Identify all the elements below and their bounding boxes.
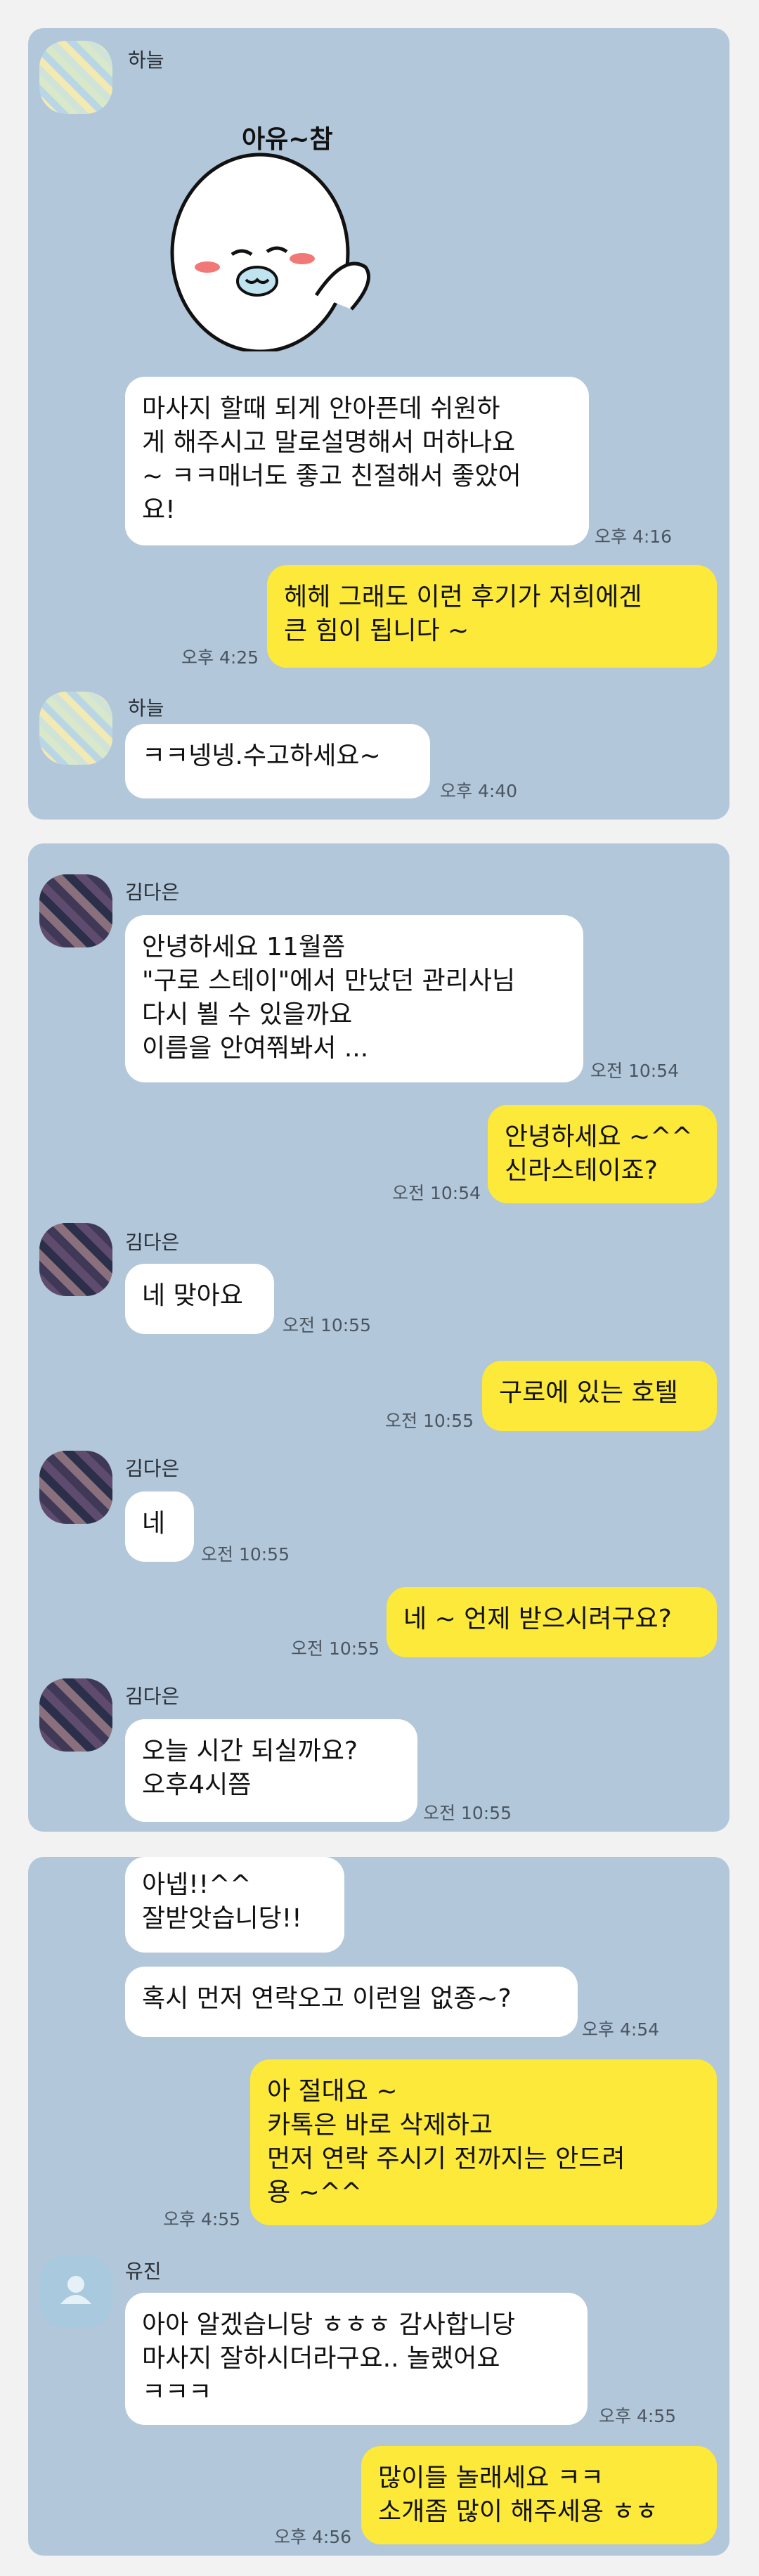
message-time: 오후 4:55: [599, 2406, 677, 2426]
message-bubble: 오늘 시간 되실까요? 오후4시쯤: [125, 1719, 417, 1822]
message-bubble: ㅋㅋ넹넹.수고하세요~: [125, 724, 430, 798]
message-time: 오후 4:56: [274, 2527, 352, 2547]
sticker-image: 아유~참: [170, 125, 370, 351]
my-message-bubble: 안녕하세요 ~^^ 신라스테이죠?: [488, 1105, 717, 1203]
message-time: 오후 4:55: [163, 2209, 241, 2229]
sender-name: 유진: [125, 2260, 162, 2283]
sender-name: 하늘: [128, 48, 164, 72]
profile-avatar[interactable]: [39, 874, 112, 947]
my-message-bubble: 헤헤 그래도 이런 후기가 저희에겐 큰 힘이 됩니다 ~: [267, 565, 717, 668]
my-message-bubble: 많이들 놀래세요 ㅋㅋ 소개좀 많이 해주세용 ㅎㅎ: [361, 2446, 717, 2544]
message-time: 오전 10:55: [423, 1803, 512, 1823]
message-time: 오후 4:25: [181, 647, 259, 668]
message-time: 오후 4:54: [582, 2019, 660, 2040]
default-profile-icon: [60, 2276, 91, 2304]
my-message-bubble: 네 ~ 언제 받으시려구요?: [387, 1587, 717, 1657]
chat-panel-1: 하늘 아유~참 마사지 할때 되게 안아픈데 쉬원하 게 해주시고 말로설명해서…: [28, 28, 729, 820]
message-time: 오전 10:54: [590, 1061, 679, 1081]
message-bubble: 아넵!!^^ 잘받앗습니당!!: [125, 1857, 344, 1953]
profile-avatar[interactable]: [39, 41, 112, 114]
chat-panel-3: 아넵!!^^ 잘받앗습니당!! 혹시 먼저 연락오고 이런일 없죵~? 오후 4…: [28, 1857, 729, 2556]
message-bubble: 네: [125, 1491, 194, 1562]
message-bubble: 혹시 먼저 연락오고 이런일 없죵~?: [125, 1967, 578, 2037]
sender-name: 하늘: [128, 697, 164, 720]
profile-avatar[interactable]: [39, 1678, 112, 1752]
message-bubble: 아아 알겠습니당 ㅎㅎㅎ 감사합니당 마사지 잘하시더라구요.. 놀랬어요 ㅋㅋ…: [125, 2293, 588, 2425]
message-time: 오후 4:16: [595, 526, 673, 547]
message-time: 오후 4:40: [440, 781, 518, 801]
message-bubble: 안녕하세요 11월쯤 "구로 스테이"에서 만났던 관리사님 다시 뵐 수 있을…: [125, 915, 583, 1082]
message-time: 오전 10:55: [201, 1544, 290, 1565]
message-time: 오전 10:55: [291, 1638, 379, 1659]
message-time: 오전 10:55: [385, 1411, 474, 1431]
profile-avatar[interactable]: [39, 1451, 112, 1524]
chat-panel-2: 김다은 안녕하세요 11월쯤 "구로 스테이"에서 만났던 관리사님 다시 뵐 …: [28, 843, 729, 1832]
sender-name: 김다은: [125, 1457, 180, 1480]
my-message-bubble: 아 절대요 ~ 카톡은 바로 삭제하고 먼저 연락 주시기 전까지는 안드려 용…: [250, 2059, 717, 2225]
sticker-caption: 아유~참: [242, 125, 333, 154]
profile-avatar[interactable]: [39, 1223, 112, 1296]
message-bubble: 네 맞아요: [125, 1264, 274, 1334]
message-bubble: 마사지 할때 되게 안아픈데 쉬원하 게 해주시고 말로설명해서 머하나요 ~ …: [125, 377, 589, 545]
sender-name: 김다은: [125, 1685, 180, 1708]
profile-avatar[interactable]: [39, 692, 112, 765]
message-time: 오전 10:55: [283, 1315, 371, 1335]
profile-avatar[interactable]: [39, 2255, 112, 2328]
my-message-bubble: 구로에 있는 호텔: [482, 1361, 717, 1431]
sender-name: 김다은: [125, 881, 180, 904]
message-time: 오전 10:54: [392, 1183, 481, 1203]
sender-name: 김다은: [125, 1231, 180, 1254]
